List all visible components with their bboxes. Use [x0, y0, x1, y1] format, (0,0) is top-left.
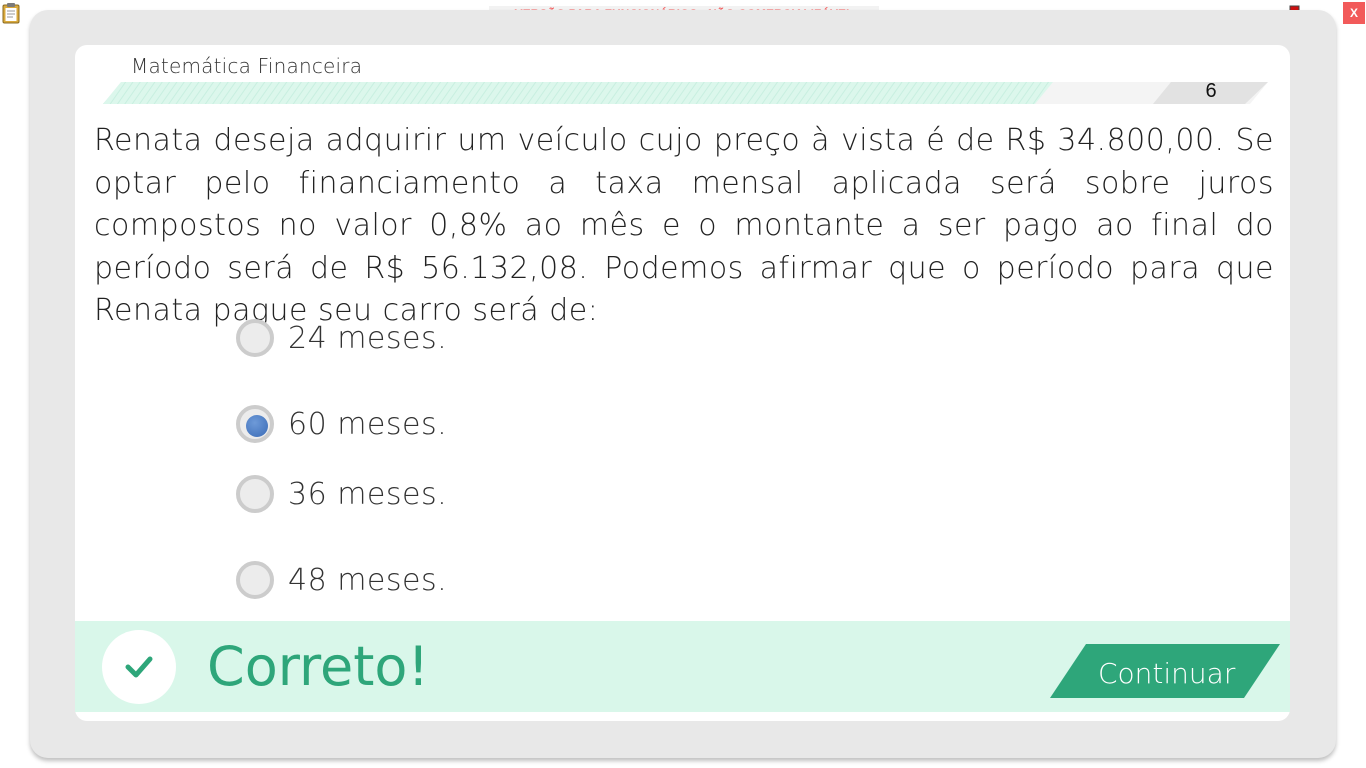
feedback-message: Correto!	[207, 635, 430, 698]
option-label: 60 meses.	[288, 406, 448, 442]
continue-label: Continuar	[1098, 657, 1236, 690]
option-label: 36 meses.	[288, 476, 448, 512]
radio-button-selected[interactable]	[236, 405, 274, 443]
option-label: 24 meses.	[288, 320, 448, 356]
radio-button[interactable]	[236, 319, 274, 357]
option-4[interactable]: 48 meses.	[236, 556, 447, 604]
question-text: Renata deseja adquirir um veículo cujo p…	[94, 123, 1274, 328]
option-label: 48 meses.	[288, 562, 448, 598]
continue-button[interactable]: Continuar	[1050, 644, 1280, 698]
radio-button[interactable]	[236, 561, 274, 599]
subject-title: Matemática Financeira	[131, 54, 363, 78]
option-3[interactable]: 36 meses.	[236, 470, 447, 518]
close-button[interactable]: X	[1343, 2, 1365, 24]
page-number: 6	[1205, 80, 1217, 102]
option-1[interactable]: 24 meses.	[236, 314, 447, 362]
check-icon	[125, 656, 153, 678]
clipboard-icon[interactable]	[2, 2, 20, 24]
radio-button[interactable]	[236, 475, 274, 513]
progress-fill	[103, 82, 1053, 104]
option-2[interactable]: 60 meses.	[236, 400, 447, 448]
progress-bar	[103, 82, 1268, 104]
check-badge	[102, 630, 176, 704]
